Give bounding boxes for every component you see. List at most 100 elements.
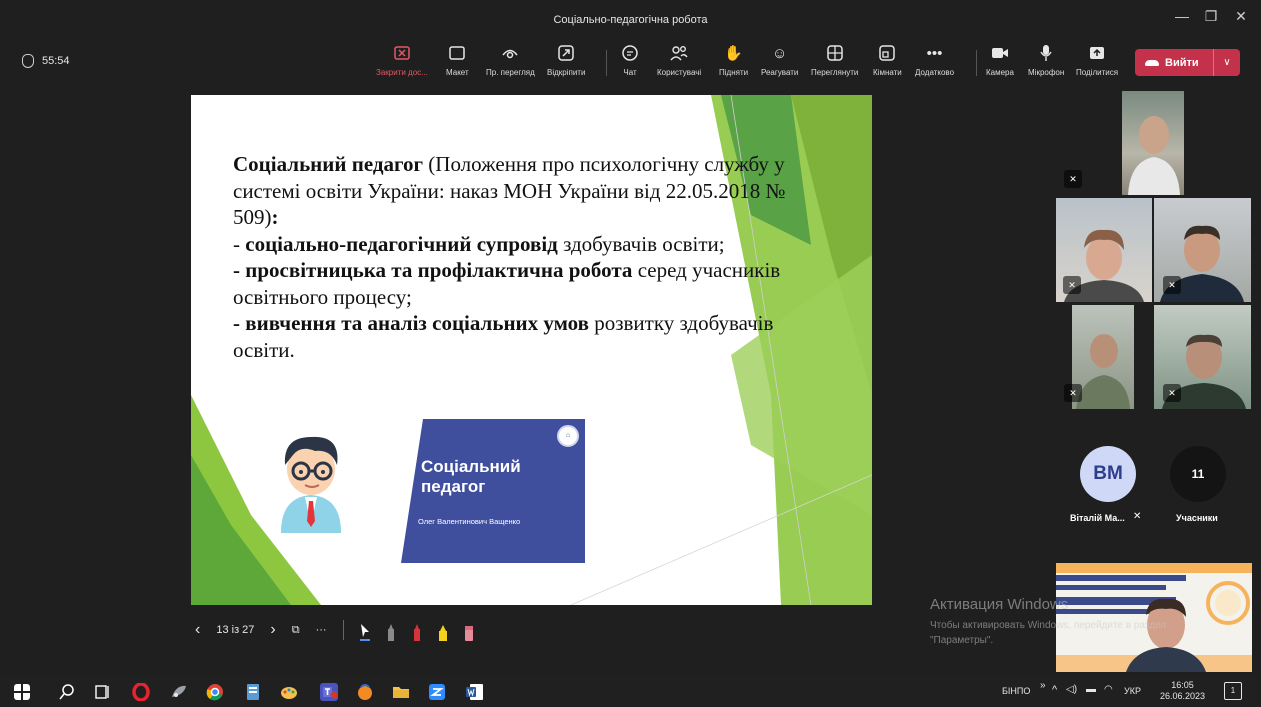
opera-icon[interactable] — [132, 683, 150, 701]
slide-heading-colon: : — [271, 205, 279, 229]
paint-app-icon[interactable] — [170, 683, 188, 701]
notification-center-icon[interactable]: 1 — [1224, 682, 1242, 700]
task-view-icon[interactable] — [94, 683, 112, 701]
close-icon[interactable]: ✕ — [1226, 8, 1256, 25]
word-icon[interactable] — [466, 683, 484, 701]
paint-palette-icon[interactable] — [280, 683, 298, 701]
windows-start-icon[interactable] — [14, 684, 30, 700]
more-options-icon[interactable]: ··· — [316, 624, 327, 636]
meeting-timer: 55:54 — [22, 54, 70, 68]
maximize-icon[interactable]: ❐ — [1196, 8, 1226, 25]
slide-item-rest: здобувачів освіти; — [557, 231, 725, 256]
camera-button[interactable]: Камера — [986, 44, 1014, 84]
preview-button[interactable]: Пр. перегляд — [486, 44, 535, 84]
next-slide-icon[interactable]: › — [270, 621, 275, 639]
chrome-icon[interactable] — [206, 683, 224, 701]
pen-gray-icon[interactable] — [386, 623, 396, 641]
minimize-icon[interactable]: — — [1167, 8, 1197, 24]
controls-divider — [342, 620, 344, 640]
microphone-off-icon: ✕ — [1163, 276, 1181, 294]
pen-red-icon[interactable] — [412, 623, 422, 641]
slide-grid-icon[interactable]: ⧉ — [292, 624, 300, 637]
more-participants-button[interactable]: 11 — [1170, 446, 1226, 502]
keyboard-language[interactable]: УКР — [1124, 686, 1141, 696]
eye-icon — [501, 44, 519, 62]
leave-main[interactable]: Вийти — [1135, 57, 1213, 69]
slide-item-prefix: - — [233, 231, 246, 256]
more-icon: ••• — [926, 44, 943, 62]
stop-share-icon — [394, 44, 410, 62]
phone-hangup-icon — [1145, 59, 1159, 66]
participant-video-tile[interactable] — [1122, 91, 1184, 195]
teacher-illustration — [281, 436, 341, 533]
slide-heading-bold: Соціальний педагог — [233, 152, 424, 176]
card-author-name: Олег Валентинович Ващенко — [418, 517, 521, 526]
teams-icon[interactable] — [320, 683, 338, 701]
chat-button[interactable]: Чат — [621, 44, 639, 84]
popout-button[interactable]: Відкріпити — [547, 44, 585, 84]
microphone-off-icon: ✕ — [1064, 170, 1082, 188]
search-icon[interactable] — [58, 683, 76, 701]
shield-icon — [22, 54, 34, 68]
windows-taskbar: БІНПО » ^ ◁) ▬ ◠ УКР 16:05 26.06.2023 1 — [0, 675, 1261, 707]
slide-item-bold: соціально-педагогічний супровід — [245, 231, 558, 256]
title-bar: Соціально-педагогічна робота — ❐ ✕ — [0, 0, 1261, 38]
share-icon — [1089, 44, 1105, 62]
tray-label[interactable]: БІНПО — [1002, 686, 1030, 696]
card-title: Соціальний педагог — [421, 457, 521, 496]
slide-item-bold: вивчення та аналіз соціальних умов — [245, 311, 589, 335]
notes-app-icon[interactable] — [244, 683, 262, 701]
view-button[interactable]: Переглянути — [811, 44, 858, 84]
grid-icon — [826, 44, 843, 62]
slide-item-prefix: - — [233, 311, 246, 335]
volume-icon[interactable]: ◁) — [1066, 684, 1077, 695]
tray-expand-icon[interactable]: » — [1040, 680, 1046, 691]
microphone-off-icon: ✕ — [1133, 511, 1142, 522]
system-clock[interactable]: 16:05 26.06.2023 — [1160, 680, 1205, 702]
institute-logo-icon: ⌂ — [557, 425, 579, 447]
rooms-icon — [879, 44, 896, 62]
slide-body-text: Соціальний педагог (Положення про психол… — [233, 151, 833, 363]
file-explorer-icon[interactable] — [392, 683, 410, 701]
teams-meeting-window: Соціально-педагогічна робота — ❐ ✕ 55:54… — [0, 0, 1261, 707]
toolbar-divider — [976, 50, 977, 76]
microphone-button[interactable]: Мікрофон — [1028, 44, 1064, 84]
pointer-icon[interactable] — [359, 623, 370, 641]
battery-icon[interactable]: ▬ — [1086, 684, 1096, 695]
rooms-button[interactable]: Кімнати — [873, 44, 902, 84]
highlighter-icon[interactable] — [438, 623, 448, 641]
show-hidden-icons[interactable]: ^ — [1052, 684, 1057, 696]
media-app-icon[interactable] — [356, 683, 374, 701]
eraser-icon[interactable] — [464, 623, 474, 641]
slide-counter: 13 із 27 — [216, 624, 255, 636]
pen-tools — [359, 619, 474, 641]
microphone-off-icon: ✕ — [1163, 384, 1181, 402]
smile-icon: ☺ — [772, 44, 788, 62]
participants-label: Учасники — [1176, 513, 1218, 523]
participants-button[interactable]: Користувачі — [657, 44, 701, 84]
previous-slide-icon[interactable]: ‹ — [195, 621, 200, 639]
toolbar-divider — [606, 50, 607, 76]
participant-name: Віталій Ма... — [1070, 513, 1125, 523]
chevron-down-icon[interactable]: ∨ — [1213, 49, 1240, 76]
microphone-icon — [1040, 44, 1052, 62]
leave-button[interactable]: Вийти ∨ — [1135, 49, 1240, 76]
timer-text: 55:54 — [42, 55, 70, 67]
more-button[interactable]: ••• Додатково — [915, 44, 954, 84]
microphone-off-icon: ✕ — [1064, 384, 1082, 402]
meeting-toolbar: 55:54 Закрити дос... Макет Пр. перегляд … — [0, 38, 1261, 88]
react-button[interactable]: ☺ Реагувати — [761, 44, 798, 84]
raise-hand-button[interactable]: ✋ Підняти — [719, 44, 748, 84]
stop-sharing-button[interactable]: Закрити дос... — [376, 44, 428, 84]
chat-icon — [621, 44, 639, 62]
share-button[interactable]: Поділитися — [1076, 44, 1118, 84]
participant-avatar[interactable]: ВМ — [1080, 446, 1136, 502]
hand-icon: ✋ — [724, 45, 743, 62]
slide-controls: ‹ 13 із 27 › ⧉ ··· — [195, 617, 474, 643]
participant-silhouette — [1128, 116, 1180, 195]
wifi-icon[interactable]: ◠ — [1104, 684, 1113, 695]
zoom-app-icon[interactable] — [428, 683, 446, 701]
microphone-off-icon: ✕ — [1063, 276, 1081, 294]
camera-icon — [991, 44, 1009, 62]
layout-button[interactable]: Макет — [446, 44, 469, 84]
